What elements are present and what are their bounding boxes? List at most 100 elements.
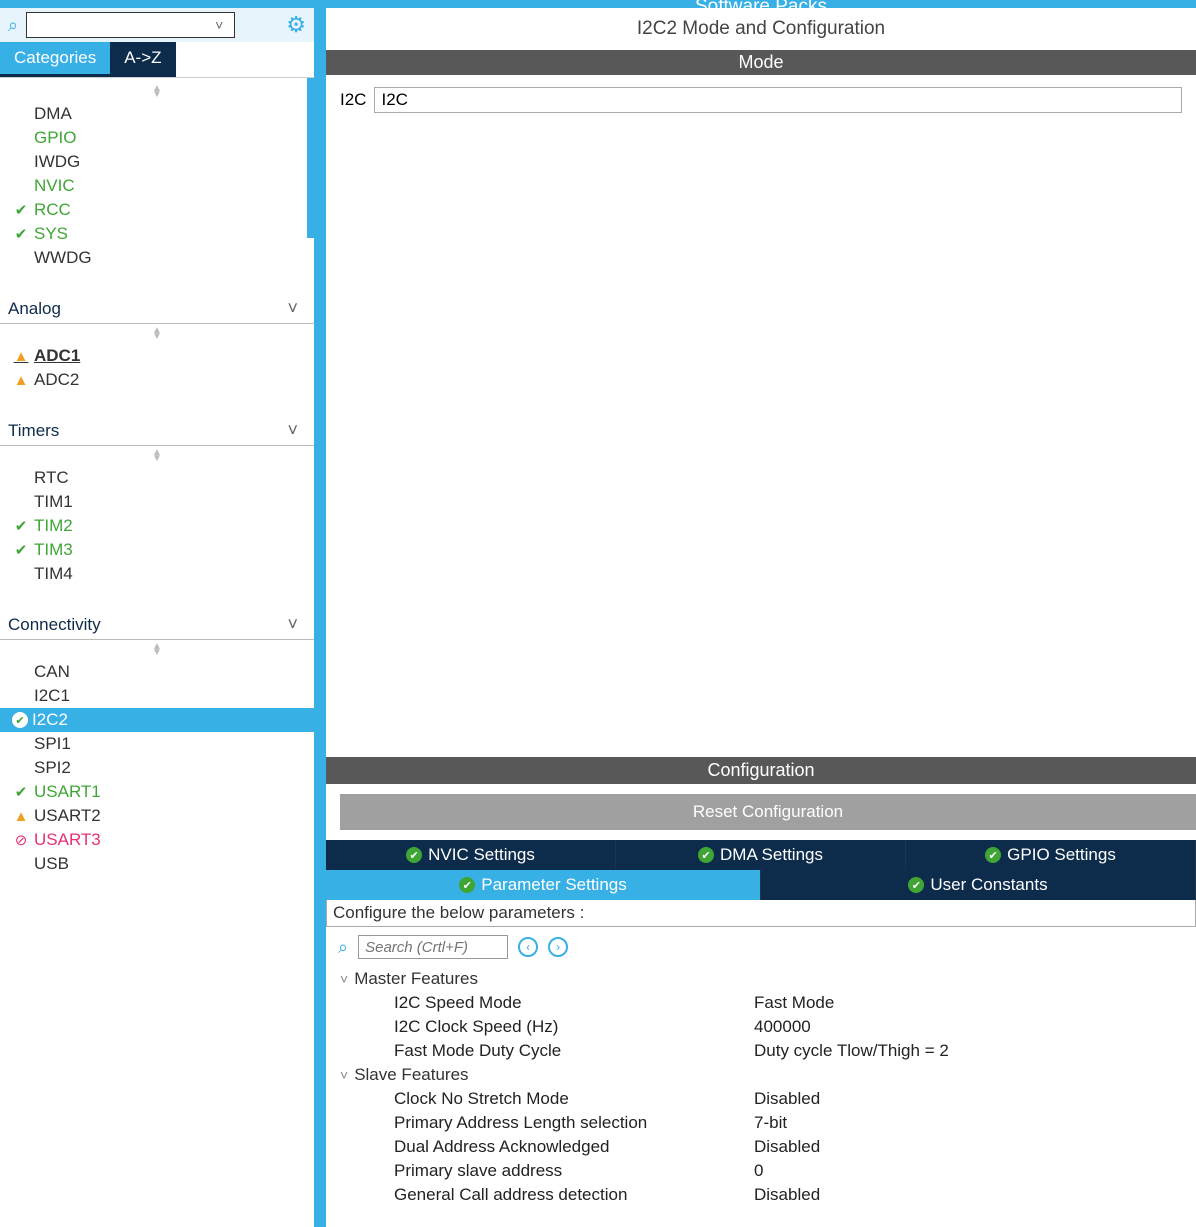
sort-icon[interactable]: ▲▼ <box>147 328 167 340</box>
tree-item-label: CAN <box>34 662 70 682</box>
tree-item-tim3[interactable]: ✔TIM3 <box>0 538 314 562</box>
tab-categories[interactable]: Categories <box>0 42 110 77</box>
category-connectivity[interactable]: Connectivity ˅ <box>0 610 314 640</box>
category-analog[interactable]: Analog ˅ <box>0 294 314 324</box>
tree-item-label: I2C1 <box>34 686 70 706</box>
tree-item-nvic[interactable]: NVIC <box>0 174 314 198</box>
group-master[interactable]: ˅ Master Features <box>340 967 1182 991</box>
scrollbar[interactable] <box>307 78 314 238</box>
param-row[interactable]: Fast Mode Duty CycleDuty cycle Tlow/Thig… <box>340 1039 1182 1063</box>
peripheral-search-input[interactable] <box>26 12 235 38</box>
tree-item-tim1[interactable]: TIM1 <box>0 490 314 514</box>
param-value: 0 <box>754 1161 763 1181</box>
tree-item-spi2[interactable]: SPI2 <box>0 756 314 780</box>
tree-item-adc2[interactable]: ▲ADC2 <box>0 368 314 392</box>
tree-item-label: TIM3 <box>34 540 73 560</box>
tree-item-label: NVIC <box>34 176 75 196</box>
tree-item-label: USART2 <box>34 806 101 826</box>
tree-item-label: RCC <box>34 200 71 220</box>
tree-item-can[interactable]: CAN <box>0 660 314 684</box>
tree-item-label: USART1 <box>34 782 101 802</box>
tab-az[interactable]: A->Z <box>110 42 175 77</box>
tab-label: NVIC Settings <box>428 845 535 865</box>
view-tabs: Categories A->Z <box>0 42 314 77</box>
tree-item-spi1[interactable]: SPI1 <box>0 732 314 756</box>
tree-item-wwdg[interactable]: WWDG <box>0 246 314 270</box>
tree-item-iwdg[interactable]: IWDG <box>0 150 314 174</box>
category-label: Timers <box>8 421 59 441</box>
check-icon: ✔ <box>698 847 714 863</box>
tree-item-adc1[interactable]: ▲ADC1 <box>0 344 314 368</box>
check-icon: ✔ <box>459 877 475 893</box>
tab-label: User Constants <box>930 875 1047 895</box>
next-match-button[interactable]: › <box>548 937 568 957</box>
check-icon: ✔ <box>985 847 1001 863</box>
config-tabs-row2: ✔Parameter Settings✔User Constants <box>326 870 1196 900</box>
param-value: 7-bit <box>754 1113 787 1133</box>
config-tab-gpio-settings[interactable]: ✔ GPIO Settings <box>906 840 1196 870</box>
config-tab-dma-settings[interactable]: ✔DMA Settings <box>616 840 906 870</box>
search-icon: ⌕ <box>338 937 348 958</box>
config-header: Configuration <box>326 757 1196 784</box>
tree-item-label: ADC1 <box>34 346 80 366</box>
tree-item-usart1[interactable]: ✔USART1 <box>0 780 314 804</box>
sort-icon[interactable]: ▲▼ <box>147 644 167 656</box>
top-accent: Software Packs <box>326 0 1196 8</box>
tree-item-usart2[interactable]: ▲USART2 <box>0 804 314 828</box>
tree-item-i2c1[interactable]: I2C1 <box>0 684 314 708</box>
param-label: Primary slave address <box>394 1161 754 1181</box>
param-row[interactable]: Clock No Stretch ModeDisabled <box>340 1087 1182 1111</box>
tree-item-i2c2[interactable]: ✔I2C2 <box>0 708 314 732</box>
tree-item-tim2[interactable]: ✔TIM2 <box>0 514 314 538</box>
check-icon: ✔ <box>12 201 30 219</box>
mode-select[interactable] <box>374 87 1182 113</box>
tree-item-tim4[interactable]: TIM4 <box>0 562 314 586</box>
sort-icon[interactable]: ▲▼ <box>147 450 167 462</box>
mode-row: I2C <box>326 75 1196 125</box>
group-label: Master Features <box>354 969 478 989</box>
category-label: Connectivity <box>8 615 101 635</box>
tree-item-label: USART3 <box>34 830 101 850</box>
reset-config-button[interactable]: Reset Configuration <box>340 794 1196 830</box>
param-search-row: ⌕ ‹ › <box>326 927 1196 967</box>
config-panel: Software Packs I2C2 Mode and Configurati… <box>326 0 1196 1227</box>
param-row[interactable]: I2C Speed ModeFast Mode <box>340 991 1182 1015</box>
param-row[interactable]: I2C Clock Speed (Hz)400000 <box>340 1015 1182 1039</box>
param-row[interactable]: Primary Address Length selection7-bit <box>340 1111 1182 1135</box>
param-value: Duty cycle Tlow/Thigh = 2 <box>754 1041 949 1061</box>
tree-item-label: TIM4 <box>34 564 73 584</box>
warn-icon: ▲ <box>12 808 30 825</box>
gear-icon[interactable]: ⚙ <box>286 12 306 38</box>
config-tab-parameter-settings[interactable]: ✔Parameter Settings <box>326 870 761 900</box>
config-tab-nvic-settings[interactable]: ✔ NVIC Settings <box>326 840 616 870</box>
tree-item-usart3[interactable]: ⊘USART3 <box>0 828 314 852</box>
tab-label: GPIO Settings <box>1007 845 1116 865</box>
tree-item-rcc[interactable]: ✔RCC <box>0 198 314 222</box>
param-row[interactable]: Dual Address AcknowledgedDisabled <box>340 1135 1182 1159</box>
param-row[interactable]: General Call address detectionDisabled <box>340 1183 1182 1207</box>
group-slave[interactable]: ˅ Slave Features <box>340 1063 1182 1087</box>
param-row[interactable]: Primary slave address0 <box>340 1159 1182 1183</box>
tree-item-label: DMA <box>34 104 72 124</box>
tree-item-label: SYS <box>34 224 68 244</box>
tree-item-usb[interactable]: USB <box>0 852 314 876</box>
check-icon: ✔ <box>406 847 422 863</box>
prev-match-button[interactable]: ‹ <box>518 937 538 957</box>
tree-item-sys[interactable]: ✔SYS <box>0 222 314 246</box>
param-search-input[interactable] <box>358 935 508 959</box>
group-label: Slave Features <box>354 1065 468 1085</box>
tree-item-gpio[interactable]: GPIO <box>0 126 314 150</box>
config-tab-user-constants[interactable]: ✔User Constants <box>761 870 1196 900</box>
chevron-down-icon: ˅ <box>287 420 298 441</box>
tree-item-label: TIM1 <box>34 492 73 512</box>
category-timers[interactable]: Timers ˅ <box>0 416 314 446</box>
tree-item-dma[interactable]: DMA <box>0 102 314 126</box>
tree-item-rtc[interactable]: RTC <box>0 466 314 490</box>
block-icon: ⊘ <box>12 831 30 849</box>
param-value: 400000 <box>754 1017 811 1037</box>
peripheral-tree: ▲▼ DMAGPIOIWDGNVIC✔RCC✔SYSWWDG Analog ˅ … <box>0 78 314 1227</box>
param-label: Fast Mode Duty Cycle <box>394 1041 754 1061</box>
param-label: I2C Clock Speed (Hz) <box>394 1017 754 1037</box>
tree-item-label: GPIO <box>34 128 77 148</box>
sort-icon[interactable]: ▲▼ <box>147 86 167 98</box>
